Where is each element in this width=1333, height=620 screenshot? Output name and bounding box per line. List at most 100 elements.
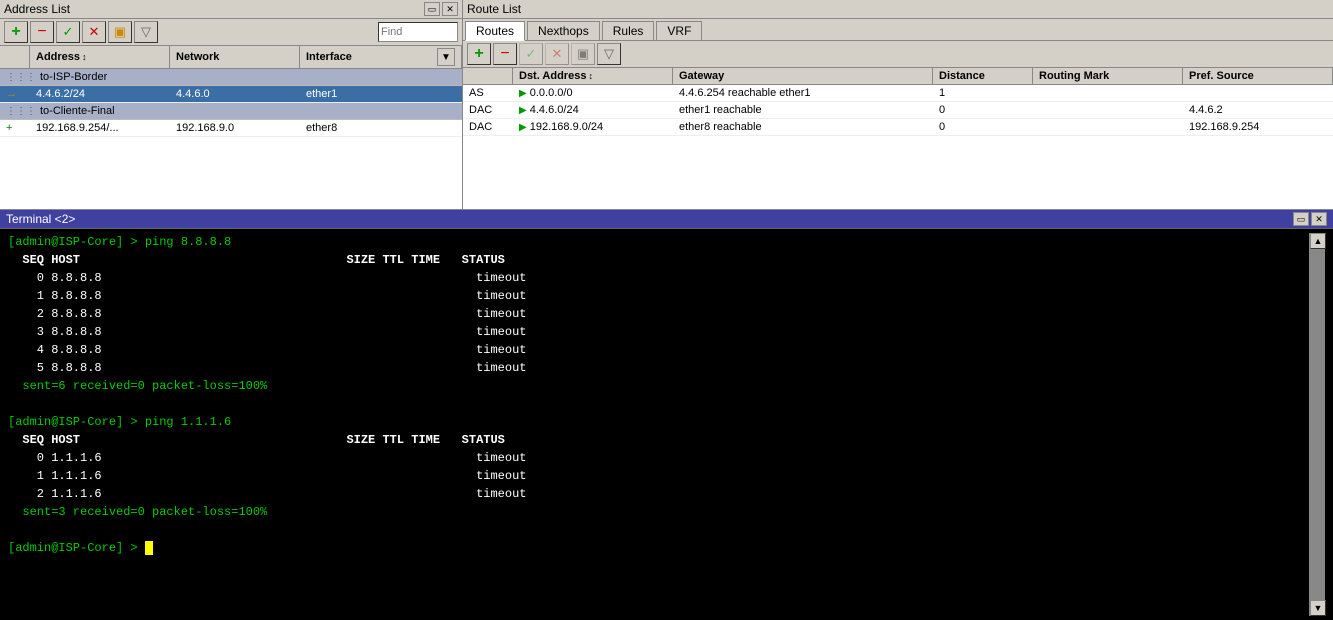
address-sort-icon: ↕: [82, 52, 87, 62]
route-tabs: Routes Nexthops Rules VRF: [463, 19, 1333, 41]
term-line-6: 3 8.8.8.8 timeout: [8, 323, 1309, 341]
enable-address-btn[interactable]: ✓: [56, 21, 80, 43]
route1-gateway: 4.4.6.254 reachable ether1: [673, 85, 933, 101]
route-row-3[interactable]: DAC ▶ 192.168.9.0/24 ether8 reachable 0 …: [463, 119, 1333, 136]
route-row-1[interactable]: AS ▶ 0.0.0.0/0 4.4.6.254 reachable ether…: [463, 85, 1333, 102]
tab-rules[interactable]: Rules: [602, 21, 655, 40]
address-list-restore-btn[interactable]: ▭: [424, 2, 440, 16]
term-line-12: 0 1.1.1.6 timeout: [8, 449, 1309, 467]
dst-sort-icon: ↕: [588, 71, 593, 81]
scroll-track[interactable]: [1310, 249, 1325, 600]
route3-gateway: ether8 reachable: [673, 119, 933, 135]
row2-address: 192.168.9.254/...: [30, 120, 170, 136]
th-interface-label: Interface: [306, 51, 352, 63]
group-name-cliente-final: to-Cliente-Final: [40, 105, 115, 117]
address-list-panel: Address List ▭ ✕ + − ✓ ✕ ▣ ▽ Address ↕ N…: [0, 0, 463, 209]
term-prompt-3: [admin@ISP-Core] >: [8, 541, 145, 555]
route2-src: 4.4.6.2: [1183, 102, 1333, 118]
term-header-2: SEQ HOST SIZE TTL TIME STATUS: [8, 433, 505, 447]
tab-routes[interactable]: Routes: [465, 21, 525, 41]
terminal-restore-btn[interactable]: ▭: [1293, 212, 1309, 226]
filter-address-btn[interactable]: ▽: [134, 21, 158, 43]
disable-route-btn: ✕: [545, 43, 569, 65]
term-data-9: 2 1.1.1.6 timeout: [8, 487, 526, 501]
route3-mark: [1033, 125, 1183, 129]
add-address-btn[interactable]: +: [4, 21, 28, 43]
row1-address: 4.4.6.2/24: [30, 86, 170, 102]
term-data-8: 1 1.1.1.6 timeout: [8, 469, 526, 483]
rth-dst[interactable]: Dst. Address ↕: [513, 68, 673, 84]
add-route-btn[interactable]: +: [467, 43, 491, 65]
row1-flag: →: [0, 86, 30, 102]
address-list-close-btn[interactable]: ✕: [442, 2, 458, 16]
row1-network: 4.4.6.0: [170, 86, 300, 102]
copy-address-btn[interactable]: ▣: [108, 21, 132, 43]
group-icon-2: ⋮⋮⋮: [6, 106, 36, 117]
address-table-body: ⋮⋮⋮ to-ISP-Border → 4.4.6.2/24 4.4.6.0 e…: [0, 69, 462, 209]
scroll-up-btn[interactable]: ▲: [1310, 233, 1326, 249]
rth-routing-mark[interactable]: Routing Mark: [1033, 68, 1183, 84]
term-line-11: SEQ HOST SIZE TTL TIME STATUS: [8, 431, 1309, 449]
route1-mark: [1033, 91, 1183, 95]
address-list-title: Address List: [4, 2, 70, 16]
term-line-13: 1 1.1.1.6 timeout: [8, 467, 1309, 485]
term-cursor: [145, 541, 153, 555]
route1-dst: ▶ 0.0.0.0/0: [513, 85, 673, 101]
address-row-2[interactable]: + 192.168.9.254/... 192.168.9.0 ether8: [0, 120, 462, 137]
address-row-1[interactable]: → 4.4.6.2/24 4.4.6.0 ether1: [0, 86, 462, 103]
term-data-1: 0 8.8.8.8 timeout: [8, 271, 526, 285]
term-summary-1: sent=6 received=0 packet-loss=100%: [8, 379, 267, 393]
tab-vrf[interactable]: VRF: [656, 21, 702, 40]
term-line-9: sent=6 received=0 packet-loss=100%: [8, 377, 1309, 395]
th-network[interactable]: Network: [170, 46, 300, 68]
terminal-body[interactable]: [admin@ISP-Core] > ping 8.8.8.8 SEQ HOST…: [0, 229, 1333, 620]
term-header-1: SEQ HOST SIZE TTL TIME STATUS: [8, 253, 505, 267]
address-find-input[interactable]: [378, 22, 458, 42]
route3-flag: DAC: [463, 119, 513, 135]
term-line-8: 5 8.8.8.8 timeout: [8, 359, 1309, 377]
tab-nexthops[interactable]: Nexthops: [527, 21, 600, 40]
copy-route-btn: ▣: [571, 43, 595, 65]
filter-route-btn[interactable]: ▽: [597, 43, 621, 65]
row2-flag: +: [0, 120, 30, 136]
rth-pref-source[interactable]: Pref. Source: [1183, 68, 1333, 84]
term-line-3: 0 8.8.8.8 timeout: [8, 269, 1309, 287]
rth-distance[interactable]: Distance: [933, 68, 1033, 84]
term-line-14: 2 1.1.1.6 timeout: [8, 485, 1309, 503]
group-to-isp-border: ⋮⋮⋮ to-ISP-Border: [0, 69, 462, 86]
term-prompt-2: [admin@ISP-Core] > ping 1.1.1.6: [8, 415, 231, 429]
remove-route-btn[interactable]: −: [493, 43, 517, 65]
term-data-5: 4 8.8.8.8 timeout: [8, 343, 526, 357]
th-flag: [0, 46, 30, 68]
term-data-4: 3 8.8.8.8 timeout: [8, 325, 526, 339]
term-data-6: 5 8.8.8.8 timeout: [8, 361, 526, 375]
remove-address-btn[interactable]: −: [30, 21, 54, 43]
route2-gateway: ether1 reachable: [673, 102, 933, 118]
term-data-3: 2 8.8.8.8 timeout: [8, 307, 526, 321]
route-list-titlebar: Route List: [463, 0, 1333, 19]
term-line-4: 1 8.8.8.8 timeout: [8, 287, 1309, 305]
th-address[interactable]: Address ↕: [30, 46, 170, 68]
terminal-close-btn[interactable]: ✕: [1311, 212, 1327, 226]
term-line-10: [admin@ISP-Core] > ping 1.1.1.6: [8, 413, 1309, 431]
terminal-title: Terminal <2>: [6, 212, 75, 226]
scroll-down-btn[interactable]: ▼: [1310, 600, 1326, 616]
interface-expand-btn[interactable]: ▼: [437, 48, 455, 66]
rth-flag: [463, 68, 513, 84]
rth-gateway[interactable]: Gateway: [673, 68, 933, 84]
route-toolbar: + − ✓ ✕ ▣ ▽: [463, 41, 1333, 68]
group-icon: ⋮⋮⋮: [6, 72, 36, 83]
address-list-window-buttons: ▭ ✕: [424, 2, 458, 16]
term-input-line: [admin@ISP-Core] >: [8, 539, 1309, 557]
route3-dst: ▶ 192.168.9.0/24: [513, 119, 673, 135]
route-row-2[interactable]: DAC ▶ 4.4.6.0/24 ether1 reachable 0 4.4.…: [463, 102, 1333, 119]
address-table-header: Address ↕ Network Interface ▼: [0, 46, 462, 69]
term-line-15: sent=3 received=0 packet-loss=100%: [8, 503, 1309, 521]
th-interface[interactable]: Interface ▼: [300, 46, 462, 68]
disable-address-btn[interactable]: ✕: [82, 21, 106, 43]
route-table-body: AS ▶ 0.0.0.0/0 4.4.6.254 reachable ether…: [463, 85, 1333, 209]
row1-interface: ether1: [300, 86, 462, 102]
terminal-scrollbar: ▲ ▼: [1309, 233, 1325, 616]
main-container: Address List ▭ ✕ + − ✓ ✕ ▣ ▽ Address ↕ N…: [0, 0, 1333, 620]
term-prompt-1: [admin@ISP-Core] > ping 8.8.8.8: [8, 235, 231, 249]
